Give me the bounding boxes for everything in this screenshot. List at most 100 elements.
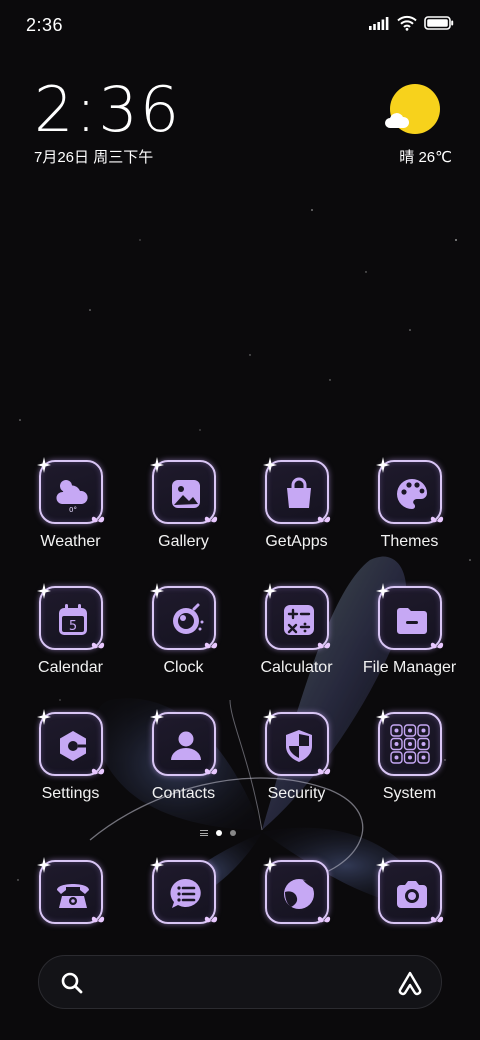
weather-badge: 0° (69, 506, 77, 514)
system-folder-tile (375, 709, 442, 776)
camera-tile (375, 857, 443, 924)
palette-icon (396, 479, 427, 509)
calendar-icon: 5 (58, 604, 87, 635)
sparkle-icon (36, 857, 51, 873)
dock-camera[interactable] (353, 857, 466, 924)
sparkle-icon (375, 857, 390, 873)
app-label: Clock (163, 659, 204, 676)
app-label: File Manager (362, 659, 457, 676)
sparkle-icon (262, 709, 277, 725)
browser-tile (262, 857, 330, 924)
app-drawer-indicator (200, 830, 208, 836)
butterfly-icon (430, 916, 443, 923)
search-bar[interactable] (38, 955, 442, 1009)
butterfly-icon (204, 516, 217, 523)
sparkle-icon (375, 709, 390, 725)
app-security[interactable]: Security (240, 709, 353, 803)
sparkle-icon (375, 583, 390, 599)
dock-messages[interactable] (127, 857, 240, 924)
camera-icon (396, 881, 427, 908)
page-dot-active (216, 830, 222, 836)
sparkle-icon (149, 857, 164, 873)
butterfly-icon (317, 916, 330, 923)
status-bar: 2:36 (0, 0, 480, 50)
dock-phone[interactable] (14, 857, 127, 924)
sparkle-icon (149, 709, 164, 725)
app-label: Gallery (158, 533, 209, 550)
search-icon (61, 972, 83, 994)
person-icon (170, 731, 201, 760)
app-calendar[interactable]: 5 Calendar (14, 583, 127, 677)
status-icons (368, 15, 454, 31)
butterfly-icon (91, 642, 104, 649)
globe-icon (283, 879, 314, 909)
app-file-manager[interactable]: File Manager (353, 583, 466, 677)
sparkle-icon (262, 857, 277, 873)
signal-icon (369, 17, 389, 30)
app-themes[interactable]: Themes (353, 457, 466, 551)
shield-icon (285, 730, 312, 762)
sparkle-icon (36, 583, 51, 599)
getapps-tile (262, 457, 330, 524)
calendar-badge: 5 (68, 619, 76, 634)
butterfly-icon (91, 916, 104, 923)
app-settings[interactable]: Settings (14, 709, 127, 803)
message-icon (169, 878, 201, 908)
phone-icon (56, 884, 89, 908)
settings-tile (36, 709, 104, 776)
weather-temperature: 晴 26℃ (399, 149, 452, 166)
butterfly-icon (317, 768, 330, 775)
butterfly-icon (204, 642, 217, 649)
app-getapps[interactable]: GetApps (240, 457, 353, 551)
clock-widget[interactable]: 2:36 7月26日 周三下午 (34, 78, 181, 167)
app-label: Calendar (38, 659, 103, 676)
shopping-bag-icon (286, 477, 311, 508)
app-label: Weather (40, 533, 101, 550)
contacts-tile (149, 709, 217, 776)
page-indicator[interactable] (200, 830, 236, 836)
gallery-tile (149, 457, 217, 524)
widget-time: 2:36 (34, 73, 182, 146)
assistant-icon[interactable] (397, 970, 423, 996)
sparkle-icon (375, 457, 390, 473)
calculator-tile (262, 583, 330, 650)
app-system-folder[interactable]: System (353, 709, 466, 803)
butterfly-icon (430, 642, 443, 649)
app-contacts[interactable]: Contacts (127, 709, 240, 803)
folder-icon (396, 608, 427, 634)
app-gallery[interactable]: Gallery (127, 457, 240, 551)
butterfly-icon (91, 768, 104, 775)
cloud-icon (385, 113, 410, 128)
phone-tile (36, 857, 104, 924)
app-label: Themes (380, 533, 439, 550)
sparkle-icon (149, 457, 164, 473)
gallery-icon (171, 480, 200, 508)
themes-tile (375, 457, 443, 524)
calculator-icon (283, 605, 314, 635)
status-time: 2:36 (26, 15, 64, 35)
sparkle-icon (262, 583, 277, 599)
app-weather[interactable]: 0° Weather (14, 457, 127, 551)
clock-tile (149, 583, 217, 650)
butterfly-icon (317, 642, 330, 649)
butterfly-icon (317, 516, 330, 523)
clock-icon (172, 603, 203, 634)
widget-date: 7月26日 周三下午 (34, 149, 154, 166)
sparkle-icon (36, 709, 51, 725)
dock (14, 857, 466, 926)
sparkle-icon (262, 457, 277, 473)
app-label: System (382, 785, 437, 802)
butterfly-icon (204, 916, 217, 923)
weather-tile: 0° (36, 457, 104, 524)
butterfly-icon (91, 516, 104, 523)
app-clock[interactable]: Clock (127, 583, 240, 677)
butterfly-icon (430, 516, 443, 523)
app-calculator[interactable]: Calculator (240, 583, 353, 677)
app-label: Contacts (151, 785, 216, 802)
dock-browser[interactable] (240, 857, 353, 924)
sparkle-icon (36, 457, 51, 473)
security-tile (262, 709, 330, 776)
calendar-tile: 5 (36, 583, 104, 650)
battery-icon (424, 16, 454, 30)
app-label: GetApps (265, 533, 328, 550)
